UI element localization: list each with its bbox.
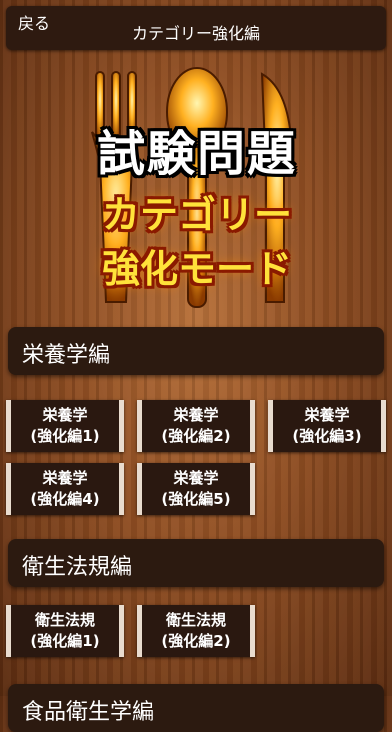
nutrition-enhanced-1-button[interactable]: 栄養学 (強化編1) bbox=[6, 400, 124, 452]
hygiene-law-enhanced-1-button[interactable]: 衛生法規 (強化編1) bbox=[6, 605, 124, 657]
hero-subtitle-line2: 強化モード bbox=[101, 247, 292, 291]
hero-title: 試験問題 bbox=[96, 126, 297, 182]
section-title: 食品衛生学編 bbox=[22, 700, 155, 725]
hero-banner: 試験問題 カテゴリー 強化モード bbox=[62, 62, 332, 312]
section-header-nutrition: 栄養学編 bbox=[8, 327, 384, 375]
section-title: 衛生法規編 bbox=[22, 555, 133, 580]
nutrition-enhanced-3-button[interactable]: 栄養学 (強化編3) bbox=[268, 400, 386, 452]
section-title: 栄養学編 bbox=[22, 343, 111, 368]
section-header-hygiene-law: 衛生法規編 bbox=[8, 539, 384, 587]
hygiene-law-enhanced-2-button[interactable]: 衛生法規 (強化編2) bbox=[137, 605, 255, 657]
nutrition-enhanced-2-button[interactable]: 栄養学 (強化編2) bbox=[137, 400, 255, 452]
navigation-bar: 戻る カテゴリー強化編 bbox=[6, 6, 386, 50]
page-title: カテゴリー強化編 bbox=[131, 24, 260, 43]
hero-subtitle-line1: カテゴリー bbox=[101, 193, 292, 237]
nutrition-enhanced-5-button[interactable]: 栄養学 (強化編5) bbox=[137, 463, 255, 515]
nutrition-enhanced-4-button[interactable]: 栄養学 (強化編4) bbox=[6, 463, 124, 515]
section-header-food-hygiene: 食品衛生学編 bbox=[8, 684, 384, 732]
